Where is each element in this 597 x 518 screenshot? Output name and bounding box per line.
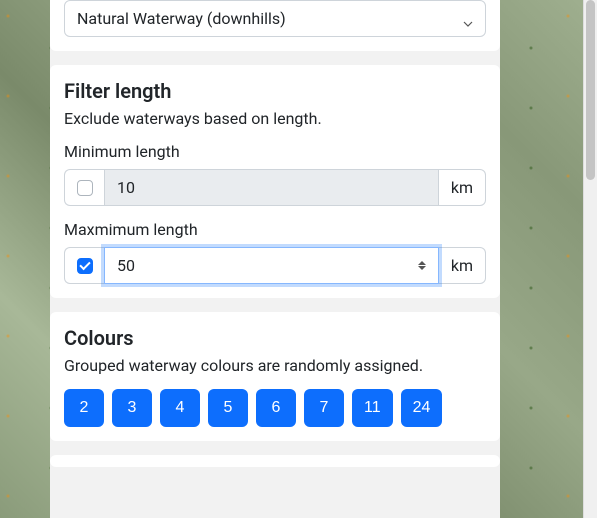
max-length-group: 50 km xyxy=(64,247,486,284)
scrollbar-thumb[interactable] xyxy=(586,0,595,180)
max-length-unit: km xyxy=(439,247,486,284)
page-scrollbar[interactable] xyxy=(583,0,597,518)
min-length-checkbox[interactable] xyxy=(77,180,93,196)
min-length-group: 10 km xyxy=(64,169,486,206)
min-length-checkbox-wrap xyxy=(64,169,104,206)
colours-card: Colours Grouped waterway colours are ran… xyxy=(50,312,500,441)
max-length-value: 50 xyxy=(117,256,135,275)
colour-button[interactable]: 11 xyxy=(352,389,393,427)
max-length-input[interactable]: 50 xyxy=(104,247,439,284)
colour-button[interactable]: 2 xyxy=(64,389,104,427)
colours-title: Colours xyxy=(64,326,486,350)
colour-buttons-row: 2 3 4 5 6 7 11 24 xyxy=(64,389,486,427)
spinner-up-icon[interactable] xyxy=(418,261,426,265)
waterway-type-selected-label: Natural Waterway (downhills) xyxy=(77,9,286,28)
filter-length-card: Filter length Exclude waterways based on… xyxy=(50,65,500,298)
chevron-down-icon xyxy=(463,14,473,24)
number-spinner-icon[interactable] xyxy=(418,261,426,270)
colour-button[interactable]: 6 xyxy=(256,389,296,427)
colour-button[interactable]: 4 xyxy=(160,389,200,427)
colour-button[interactable]: 5 xyxy=(208,389,248,427)
colour-button[interactable]: 24 xyxy=(401,389,443,427)
min-length-input[interactable]: 10 xyxy=(104,169,439,206)
min-length-unit: km xyxy=(439,169,486,206)
waterway-type-select[interactable]: Natural Waterway (downhills) xyxy=(64,0,486,37)
colour-button[interactable]: 3 xyxy=(112,389,152,427)
settings-panel: Natural Waterway (downhills) Filter leng… xyxy=(50,0,500,518)
min-length-value: 10 xyxy=(117,178,135,197)
max-length-label: Maxmimum length xyxy=(64,220,486,239)
max-length-checkbox[interactable] xyxy=(77,258,93,274)
next-card-partial xyxy=(50,455,500,467)
filter-length-title: Filter length xyxy=(64,79,486,103)
waterway-type-card: Natural Waterway (downhills) xyxy=(50,0,500,51)
filter-length-description: Exclude waterways based on length. xyxy=(64,109,486,128)
max-length-checkbox-wrap xyxy=(64,247,104,284)
spinner-down-icon[interactable] xyxy=(418,266,426,270)
colour-button[interactable]: 7 xyxy=(304,389,344,427)
colours-description: Grouped waterway colours are randomly as… xyxy=(64,356,486,375)
min-length-label: Minimum length xyxy=(64,142,486,161)
